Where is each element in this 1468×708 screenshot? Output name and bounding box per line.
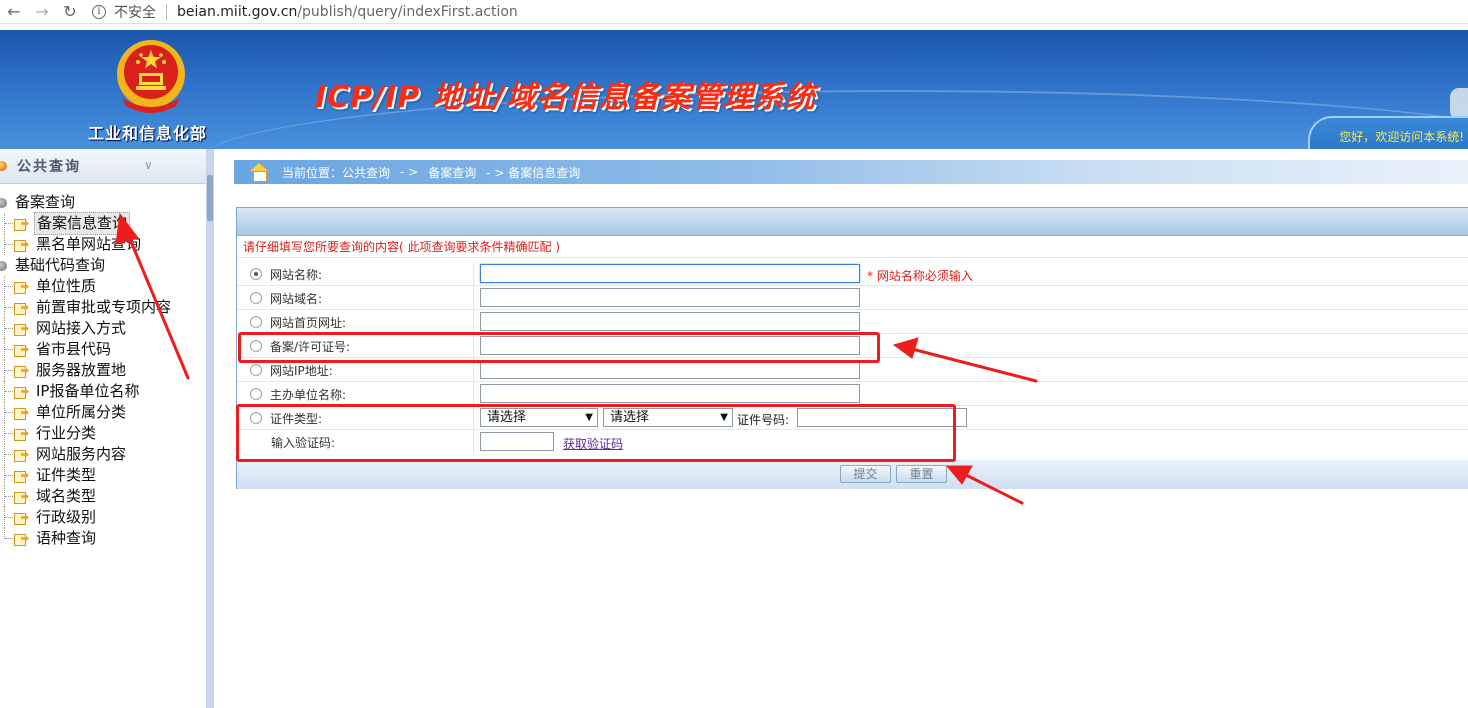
arrow-reset-line (960, 471, 1024, 505)
arrow-sidebar-line (125, 230, 190, 380)
arrow-license-head-icon (892, 337, 919, 359)
annotation-arrows (115, 212, 1038, 505)
arrow-sidebar-head-icon (115, 212, 139, 245)
arrow-license-line (910, 347, 1038, 383)
